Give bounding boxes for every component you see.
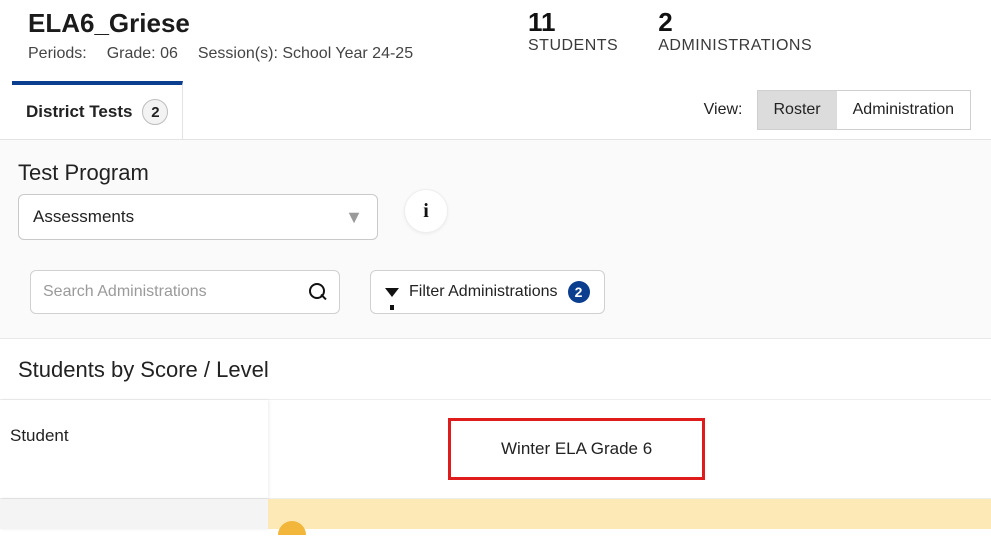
table-body-start	[0, 499, 991, 529]
view-roster-button[interactable]: Roster	[758, 91, 837, 129]
test-program-label: Test Program	[18, 160, 378, 186]
search-administrations-input-wrapper[interactable]	[30, 270, 340, 314]
search-administrations-input[interactable]	[43, 283, 309, 301]
view-segment: Roster Administration	[757, 90, 972, 130]
score-indicator-icon	[278, 521, 306, 535]
class-info: ELA6_Griese Periods: Grade: 06 Session(s…	[28, 8, 488, 63]
info-button[interactable]: i	[404, 189, 448, 233]
info-icon: i	[423, 200, 429, 223]
grade-label: Grade: 06	[107, 45, 178, 63]
student-column-header: Student	[0, 400, 268, 498]
session-label: Session(s): School Year 24-25	[198, 45, 413, 63]
periods-label: Periods:	[28, 45, 87, 63]
administrations-label: ADMINISTRATIONS	[658, 37, 812, 55]
view-administration-button[interactable]: Administration	[837, 91, 970, 129]
tab-count-badge: 2	[142, 99, 168, 125]
filters-panel: Test Program Assessments ▼ i Filter Admi…	[0, 140, 991, 339]
filter-count-badge: 2	[568, 281, 590, 303]
tab-district-tests[interactable]: District Tests 2	[12, 81, 183, 139]
assessment-column-header[interactable]: Winter ELA Grade 6	[448, 418, 705, 480]
administrations-stat: 2 ADMINISTRATIONS	[658, 8, 812, 63]
class-meta: Periods: Grade: 06 Session(s): School Ye…	[28, 45, 488, 63]
table-body-right	[268, 499, 991, 529]
chevron-down-icon: ▼	[345, 207, 363, 228]
search-icon	[309, 283, 327, 301]
table-body-left	[0, 499, 268, 529]
view-label: View:	[704, 101, 743, 119]
view-toggle: View: Roster Administration	[704, 90, 979, 130]
assessment-column-area: Winter ELA Grade 6	[268, 400, 991, 498]
students-table-header: Student Winter ELA Grade 6	[0, 399, 991, 499]
filter-icon	[385, 288, 399, 297]
test-program-select[interactable]: Assessments ▼	[18, 194, 378, 240]
administrations-count: 2	[658, 8, 812, 37]
class-header: ELA6_Griese Periods: Grade: 06 Session(s…	[0, 0, 991, 81]
filter-button-label: Filter Administrations	[409, 283, 558, 301]
test-program-value: Assessments	[33, 207, 134, 227]
filter-administrations-button[interactable]: Filter Administrations 2	[370, 270, 605, 314]
students-count: 11	[528, 8, 618, 37]
tab-label: District Tests	[26, 102, 132, 122]
students-stat: 11 STUDENTS	[528, 8, 618, 63]
class-title: ELA6_Griese	[28, 8, 488, 39]
students-label: STUDENTS	[528, 37, 618, 55]
tab-bar: District Tests 2 View: Roster Administra…	[0, 81, 991, 140]
students-section-title: Students by Score / Level	[0, 339, 991, 399]
